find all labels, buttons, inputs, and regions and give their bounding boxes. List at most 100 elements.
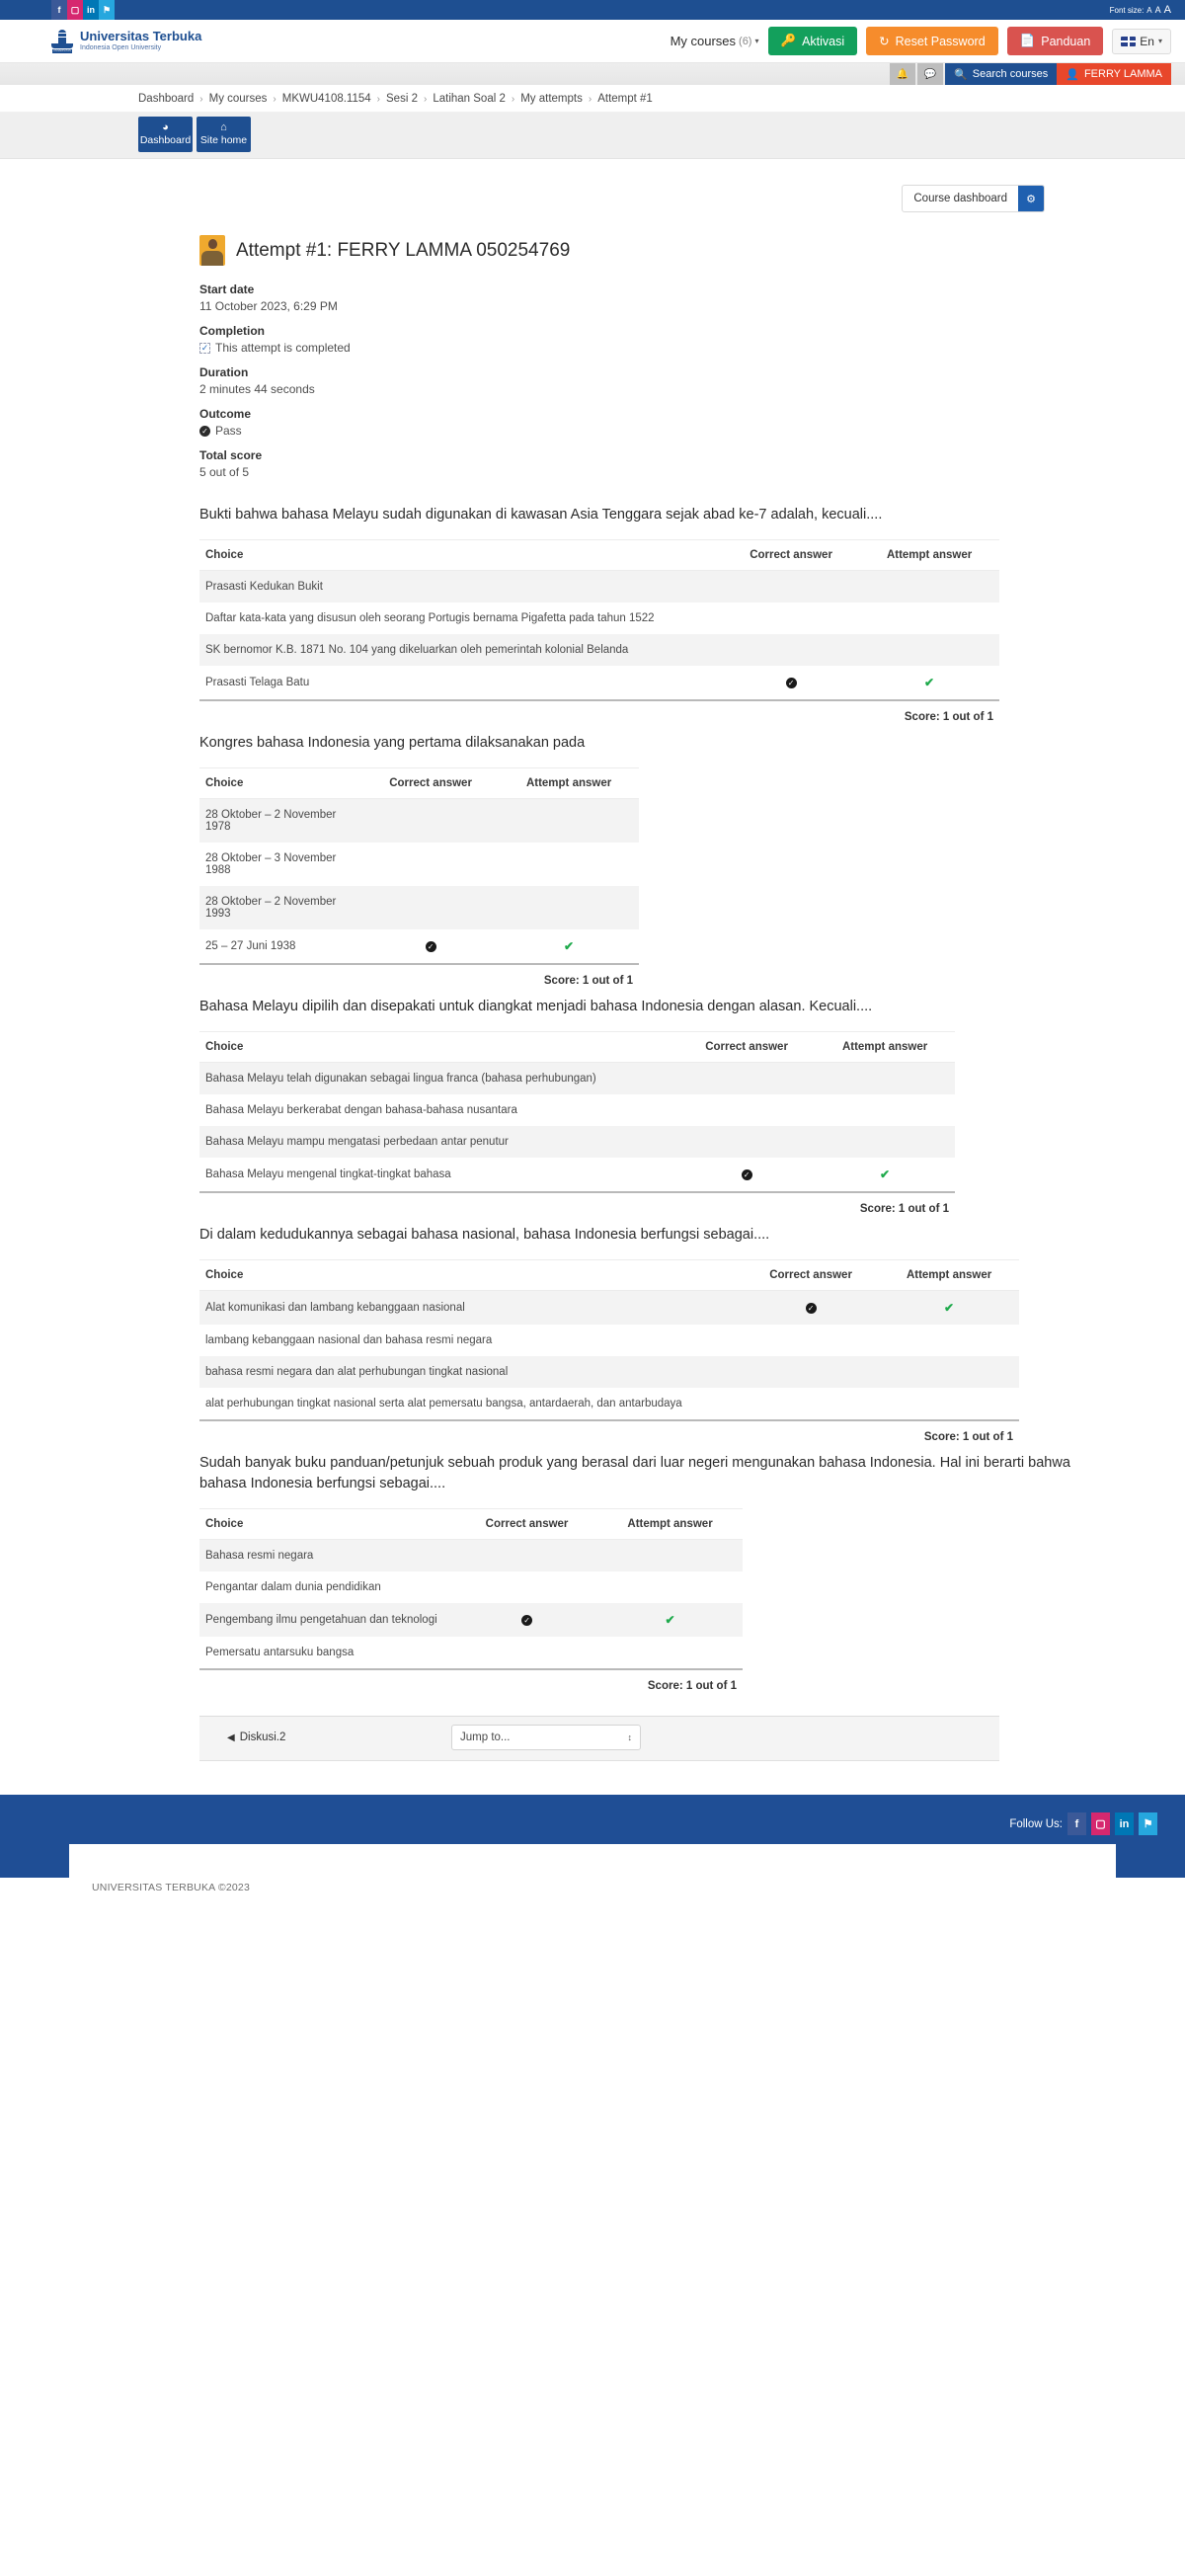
table-row: Bahasa resmi negara — [199, 1539, 743, 1571]
column-header-c-attempt: Attempt answer — [499, 767, 639, 799]
brand-logo-block[interactable]: UNIVERSITAS TERBUKA Universitas Terbuka … — [51, 29, 201, 56]
uk-flag-icon — [1121, 36, 1137, 46]
attempt-answer-cell — [597, 1571, 743, 1603]
score-row: Score: 1 out of 1 — [199, 1192, 955, 1225]
score-row: Score: 1 out of 1 — [199, 1669, 743, 1702]
score-text: Score: 1 out of 1 — [199, 1192, 955, 1225]
choice-label: Pengantar dalam dunia pendidikan — [205, 1581, 381, 1593]
correct-answer-cell: ✓ — [678, 1158, 816, 1193]
column-header-col-choice: Choice — [199, 767, 362, 799]
breadcrumb-separator: › — [199, 93, 203, 105]
table-header-row: Choice Correct answer Attempt answer — [199, 767, 639, 799]
font-size-small-button[interactable]: A — [1146, 6, 1151, 15]
facebook-icon[interactable]: f — [1067, 1812, 1086, 1835]
choice-label: alat perhubungan tingkat nasional serta … — [199, 1388, 743, 1421]
breadcrumb-item-my-attempts[interactable]: My attempts — [520, 93, 583, 105]
table-header-row: Choice Correct answer Attempt answer — [199, 1508, 743, 1540]
checkmark-icon: ✔ — [665, 1613, 675, 1627]
column-header-c-correct: Correct answer — [678, 1031, 816, 1063]
dashboard-nav-button[interactable]: ◕ Dashboard — [138, 117, 193, 152]
panduan-button[interactable]: 📄 Panduan — [1006, 27, 1104, 55]
social-links: f ▢ in ⚑ — [51, 0, 115, 20]
question-block: Bukti bahwa bahasa Melayu sudah digunaka… — [199, 505, 1091, 733]
score-row: Score: 1 out of 1 — [199, 700, 999, 733]
messages-icon[interactable]: 💬 — [917, 63, 944, 85]
font-size-medium-button[interactable]: A — [1155, 5, 1161, 15]
question-text: Bahasa Melayu dipilih dan disepakati unt… — [199, 999, 873, 1014]
column-header-col-choice: Choice — [199, 539, 723, 571]
my-courses-dropdown[interactable]: My courses (6) ▾ — [671, 34, 759, 48]
instagram-icon[interactable]: ▢ — [67, 0, 83, 20]
attempt-answer-cell: ✔ — [859, 666, 999, 701]
font-size-large-button[interactable]: A — [1164, 4, 1171, 16]
choice-label: Bahasa Melayu berkerabat dengan bahasa-b… — [205, 1104, 517, 1116]
gear-icon[interactable]: ⚙ — [1018, 186, 1044, 211]
check-circle-icon: ✓ — [805, 1303, 817, 1314]
correct-answer-cell — [678, 1094, 815, 1126]
meta-value-duration: 2 minutes 44 seconds — [199, 382, 315, 396]
table-row: Pengantar dalam dunia pendidikan — [199, 1571, 743, 1603]
checkmark-icon: ✔ — [564, 939, 575, 953]
copyright-text: UNIVERSITAS TERBUKA ©2023 — [92, 1882, 250, 1893]
attempt-answer-cell: ✔ — [499, 929, 639, 965]
check-circle-icon: ✓ — [741, 1169, 752, 1180]
meta-label-completion: Completion — [199, 324, 265, 338]
correct-answer-cell — [362, 843, 499, 886]
instagram-icon[interactable]: ▢ — [1091, 1812, 1110, 1835]
breadcrumb-item-my-courses[interactable]: My courses — [209, 93, 268, 105]
breadcrumb-item-latihan-soal[interactable]: Latihan Soal 2 — [433, 93, 506, 105]
questions-list: Bukti bahwa bahasa Melayu sudah digunaka… — [94, 505, 1091, 1702]
site-home-nav-label: Site home — [199, 134, 248, 146]
universitas-terbuka-logo-icon: UNIVERSITAS TERBUKA — [51, 29, 73, 56]
twitter-icon[interactable]: ⚑ — [1139, 1812, 1157, 1835]
attempt-answer-cell: ✔ — [597, 1603, 743, 1637]
checkmark-icon: ✔ — [880, 1167, 891, 1181]
search-courses-button[interactable]: 🔍 Search courses — [945, 63, 1058, 85]
jump-to-select[interactable]: Jump to... ↕ — [451, 1725, 641, 1750]
breadcrumb: Dashboard › My courses › MKWU4108.1154 › Se… — [138, 93, 1185, 105]
breadcrumb-item-course-code[interactable]: MKWU4108.1154 — [282, 93, 371, 105]
refresh-icon: ↻ — [879, 35, 890, 48]
linkedin-icon[interactable]: in — [83, 0, 99, 20]
choices-table: Choice Correct answer Attempt answer Bahasa… — [199, 1031, 955, 1225]
meta-label-total-score: Total score — [199, 448, 263, 462]
twitter-icon[interactable]: ⚑ — [99, 0, 115, 20]
site-footer: Follow Us: f ▢ in ⚑ UNIVERSITAS TERBUKA … — [0, 1795, 1185, 1901]
breadcrumb-item-dashboard[interactable]: Dashboard — [138, 93, 194, 105]
correct-answer-cell: ✓ — [743, 1290, 880, 1325]
site-home-nav-button[interactable]: ⌂ Site home — [197, 117, 251, 152]
choice-label: 28 Oktober – 2 November 1993 — [199, 886, 362, 929]
correct-answer-cell — [362, 886, 500, 929]
font-size-label: Font size: — [1109, 5, 1145, 15]
check-circle-icon: ✓ — [425, 941, 436, 952]
language-selector[interactable]: En ▾ — [1112, 28, 1171, 54]
course-dashboard-button[interactable]: Course dashboard — [903, 186, 1018, 211]
site-header: UNIVERSITAS TERBUKA Universitas Terbuka … — [0, 20, 1185, 63]
table-row: bahasa resmi negara dan alat perhubungan… — [199, 1356, 1019, 1388]
correct-answer-cell — [456, 1571, 597, 1603]
follow-us-label: Follow Us: — [1009, 1817, 1063, 1830]
correct-answer-cell — [723, 570, 860, 603]
attempt-answer-cell — [597, 1539, 743, 1571]
choice-label: Prasasti Telaga Batu — [199, 666, 723, 701]
facebook-icon[interactable]: f — [51, 0, 67, 20]
activity-navigation: ◀ Diskusi.2 Jump to... ↕ — [199, 1716, 999, 1761]
avatar — [199, 235, 225, 266]
previous-activity-link[interactable]: ◀ Diskusi.2 — [199, 1731, 451, 1743]
linkedin-icon[interactable]: in — [1115, 1812, 1134, 1835]
correct-answer-cell — [456, 1539, 598, 1571]
attempt-answer-cell — [815, 1062, 955, 1094]
user-menu-button[interactable]: 👤 FERRY LAMMA — [1057, 63, 1171, 85]
reset-password-button[interactable]: ↻ Reset Password — [866, 27, 998, 55]
aktivasi-button[interactable]: 🔑 Aktivasi — [767, 27, 858, 55]
table-row: 25 – 27 Juni 1938 ✓ ✔ — [199, 929, 639, 965]
checkmark-icon: ✔ — [944, 1301, 955, 1315]
previous-activity-label: Diskusi.2 — [239, 1731, 286, 1743]
notifications-icon[interactable]: 🔔 — [890, 63, 916, 85]
brand-subtitle: Indonesia Open University — [80, 44, 162, 51]
activity-nav-wrap: ◀ Diskusi.2 Jump to... ↕ — [199, 1716, 999, 1761]
score-text: Score: 1 out of 1 — [199, 1669, 743, 1702]
choices-table: Choice Correct answer Attempt answer Prasas… — [199, 539, 999, 733]
breadcrumb-item-sesi[interactable]: Sesi 2 — [386, 93, 418, 105]
column-header-c-correct: Correct answer — [743, 1259, 880, 1291]
